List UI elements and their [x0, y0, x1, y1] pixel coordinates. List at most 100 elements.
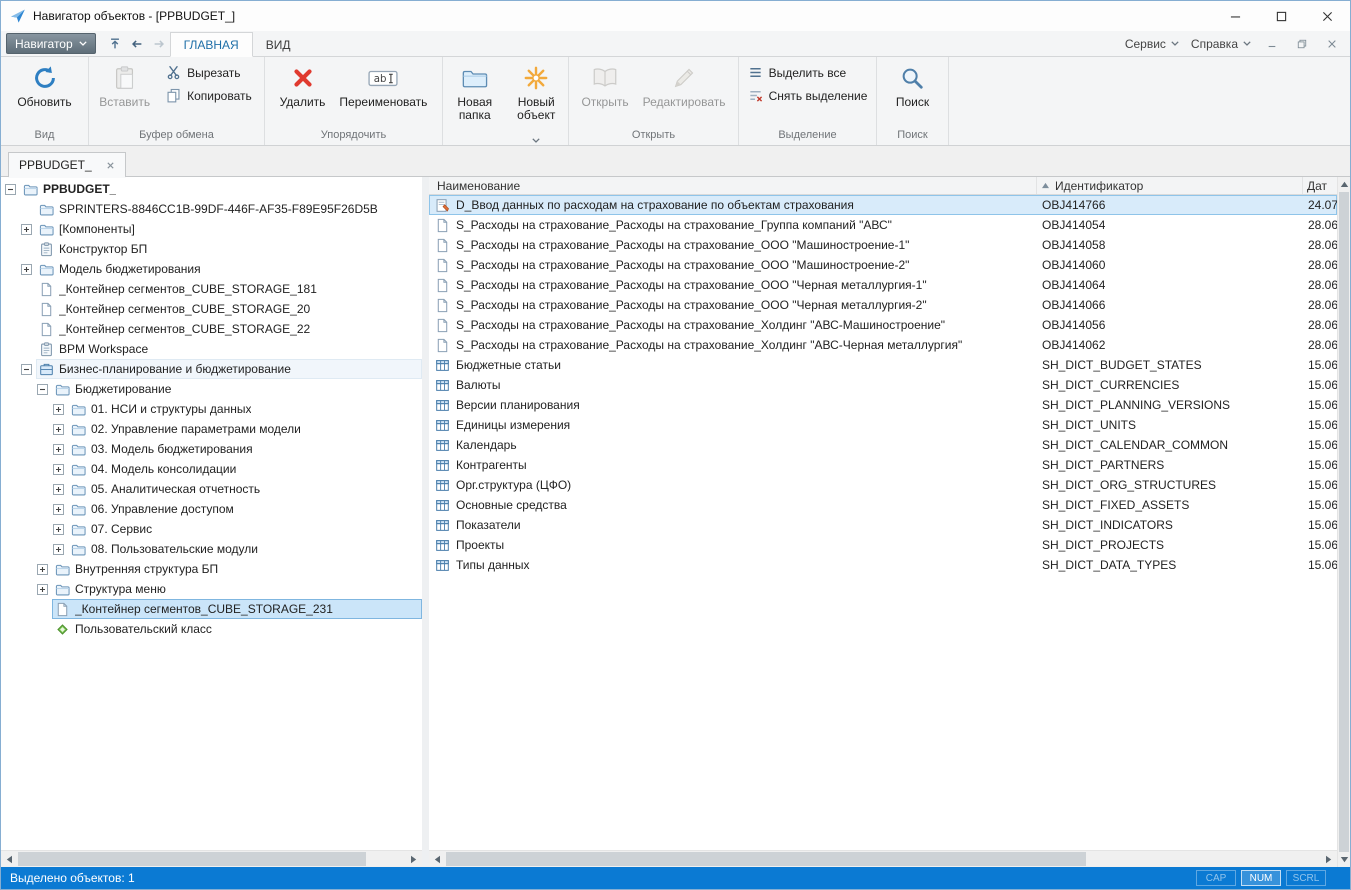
- tree-horizontal-scrollbar[interactable]: [1, 850, 422, 867]
- expand-icon[interactable]: [53, 544, 64, 555]
- expand-icon[interactable]: [37, 584, 48, 595]
- tree-item[interactable]: 01. НСИ и структуры данных: [1, 399, 422, 419]
- mdi-restore-button[interactable]: [1293, 35, 1311, 53]
- table-vertical-scrollbar[interactable]: [1337, 177, 1350, 867]
- tree-item[interactable]: 04. Модель консолидации: [1, 459, 422, 479]
- scroll-up-button[interactable]: [1338, 177, 1350, 192]
- back-button[interactable]: [126, 33, 148, 54]
- table-row[interactable]: ВалютыSH_DICT_CURRENCIES15.06.2: [429, 375, 1337, 395]
- table-row[interactable]: ПоказателиSH_DICT_INDICATORS15.06.2: [429, 515, 1337, 535]
- collapse-icon[interactable]: [5, 184, 16, 195]
- expand-icon[interactable]: [21, 264, 32, 275]
- tree-item[interactable]: _Контейнер сегментов_CUBE_STORAGE_231: [1, 599, 422, 619]
- table-row[interactable]: Орг.структура (ЦФО)SH_DICT_ORG_STRUCTURE…: [429, 475, 1337, 495]
- scrollbar-track[interactable]: [446, 851, 1320, 867]
- table-row[interactable]: ПроектыSH_DICT_PROJECTS15.06.2: [429, 535, 1337, 555]
- document-tab[interactable]: PPBUDGET_: [8, 152, 126, 177]
- column-header-identifier[interactable]: Идентификатор: [1037, 177, 1303, 194]
- close-button[interactable]: [1304, 1, 1350, 31]
- tree-item[interactable]: _Контейнер сегментов_CUBE_STORAGE_22: [1, 319, 422, 339]
- new-object-button[interactable]: Новый объект: [507, 60, 567, 157]
- tree-item[interactable]: _Контейнер сегментов_CUBE_STORAGE_181: [1, 279, 422, 299]
- scrollbar-track[interactable]: [1338, 192, 1350, 852]
- close-tab-icon[interactable]: [106, 161, 115, 170]
- table-row[interactable]: S_Расходы на страхование_Расходы на стра…: [429, 255, 1337, 275]
- scroll-left-button[interactable]: [1, 851, 18, 867]
- scrollbar-thumb[interactable]: [446, 852, 1086, 866]
- expand-icon[interactable]: [21, 224, 32, 235]
- table-row[interactable]: Основные средстваSH_DICT_FIXED_ASSETS15.…: [429, 495, 1337, 515]
- tree-item[interactable]: PPBUDGET_: [1, 179, 422, 199]
- table-row[interactable]: Единицы измеренияSH_DICT_UNITS15.06.2: [429, 415, 1337, 435]
- expand-icon[interactable]: [53, 464, 64, 475]
- tree-item[interactable]: 08. Пользовательские модули: [1, 539, 422, 559]
- new-folder-button[interactable]: Новая папка: [445, 60, 505, 124]
- table-row[interactable]: Версии планированияSH_DICT_PLANNING_VERS…: [429, 395, 1337, 415]
- tree-item[interactable]: [Компоненты]: [1, 219, 422, 239]
- expand-icon[interactable]: [53, 484, 64, 495]
- expand-icon[interactable]: [53, 424, 64, 435]
- tree-item[interactable]: Бизнес-планирование и бюджетирование: [1, 359, 422, 379]
- maximize-button[interactable]: [1258, 1, 1304, 31]
- tree-item[interactable]: 02. Управление параметрами модели: [1, 419, 422, 439]
- service-menu[interactable]: Сервис: [1125, 37, 1179, 51]
- tree-item[interactable]: Модель бюджетирования: [1, 259, 422, 279]
- refresh-button[interactable]: Обновить: [11, 60, 77, 111]
- navigator-menu-button[interactable]: Навигатор: [6, 33, 96, 54]
- tree-item[interactable]: BPM Workspace: [1, 339, 422, 359]
- expand-icon[interactable]: [53, 504, 64, 515]
- table-row[interactable]: Бюджетные статьиSH_DICT_BUDGET_STATES15.…: [429, 355, 1337, 375]
- scroll-down-button[interactable]: [1338, 852, 1350, 867]
- column-header-name[interactable]: Наименование: [429, 177, 1037, 194]
- tree-item[interactable]: Пользовательский класс: [1, 619, 422, 639]
- expand-icon[interactable]: [37, 564, 48, 575]
- cut-button[interactable]: Вырезать: [162, 63, 244, 82]
- scroll-right-button[interactable]: [1320, 851, 1337, 867]
- scrollbar-track[interactable]: [18, 851, 405, 867]
- expand-icon[interactable]: [53, 444, 64, 455]
- mdi-minimize-button[interactable]: [1263, 35, 1281, 53]
- table-row[interactable]: Типы данныхSH_DICT_DATA_TYPES15.06.2: [429, 555, 1337, 575]
- table-row[interactable]: S_Расходы на страхование_Расходы на стра…: [429, 275, 1337, 295]
- delete-button[interactable]: Удалить: [274, 60, 332, 111]
- table-row[interactable]: S_Расходы на страхование_Расходы на стра…: [429, 295, 1337, 315]
- tree-item[interactable]: 03. Модель бюджетирования: [1, 439, 422, 459]
- tree-item[interactable]: Внутренняя структура БП: [1, 559, 422, 579]
- tree-item[interactable]: Конструктор БП: [1, 239, 422, 259]
- table-horizontal-scrollbar[interactable]: [429, 850, 1337, 867]
- ribbon-tab-home[interactable]: ГЛАВНАЯ: [170, 32, 253, 57]
- table-row[interactable]: S_Расходы на страхование_Расходы на стра…: [429, 235, 1337, 255]
- table-row[interactable]: S_Расходы на страхование_Расходы на стра…: [429, 335, 1337, 355]
- scroll-left-button[interactable]: [429, 851, 446, 867]
- expand-icon[interactable]: [53, 404, 64, 415]
- clear-selection-button[interactable]: Снять выделение: [744, 86, 872, 105]
- minimize-button[interactable]: [1212, 1, 1258, 31]
- tree-item[interactable]: Структура меню: [1, 579, 422, 599]
- tree-item[interactable]: SPRINTERS-8846CC1B-99DF-446F-AF35-F89E95…: [1, 199, 422, 219]
- column-header-date[interactable]: Дат: [1303, 177, 1337, 194]
- help-menu[interactable]: Справка: [1191, 37, 1251, 51]
- search-button[interactable]: Поиск: [890, 60, 935, 111]
- rename-button[interactable]: abПереименовать: [333, 60, 433, 111]
- tree-item[interactable]: Бюджетирование: [1, 379, 422, 399]
- collapse-icon[interactable]: [37, 384, 48, 395]
- ribbon-tab-view[interactable]: ВИД: [253, 32, 304, 57]
- scrollbar-thumb[interactable]: [1339, 192, 1349, 852]
- tree-item[interactable]: _Контейнер сегментов_CUBE_STORAGE_20: [1, 299, 422, 319]
- copy-button[interactable]: Копировать: [162, 86, 256, 105]
- collapse-icon[interactable]: [21, 364, 32, 375]
- go-up-button[interactable]: [104, 33, 126, 54]
- table-row[interactable]: КонтрагентыSH_DICT_PARTNERS15.06.2: [429, 455, 1337, 475]
- tree-item[interactable]: 06. Управление доступом: [1, 499, 422, 519]
- scrollbar-thumb[interactable]: [18, 852, 366, 866]
- tree-item[interactable]: 05. Аналитическая отчетность: [1, 479, 422, 499]
- select-all-button[interactable]: Выделить все: [744, 63, 851, 82]
- panel-splitter[interactable]: [422, 177, 429, 867]
- table-row[interactable]: S_Расходы на страхование_Расходы на стра…: [429, 215, 1337, 235]
- mdi-close-button[interactable]: [1323, 35, 1341, 53]
- resize-grip[interactable]: [1334, 867, 1350, 889]
- table-row[interactable]: КалендарьSH_DICT_CALENDAR_COMMON15.06.2: [429, 435, 1337, 455]
- table-row[interactable]: D_Ввод данных по расходам на страхование…: [429, 195, 1337, 215]
- expand-icon[interactable]: [53, 524, 64, 535]
- tree-item[interactable]: 07. Сервис: [1, 519, 422, 539]
